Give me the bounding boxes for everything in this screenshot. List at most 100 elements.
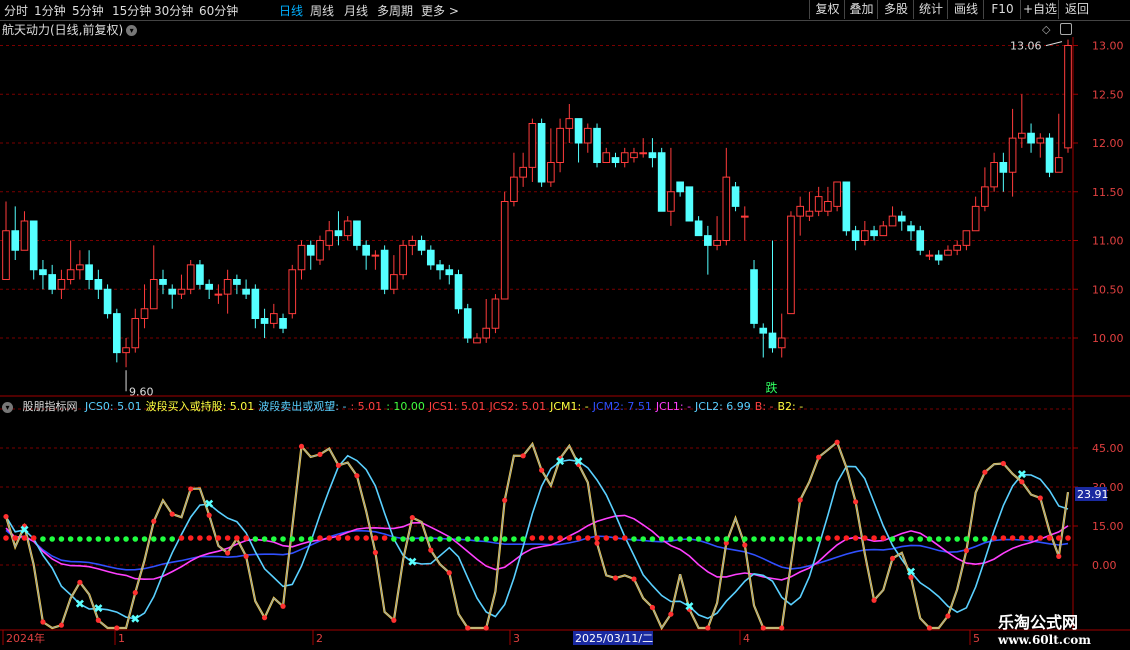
cross-marker: ✖ bbox=[555, 455, 565, 469]
threshold-dot bbox=[658, 536, 665, 542]
window-toggle-icon[interactable] bbox=[1060, 23, 1072, 35]
period-tab-2[interactable]: 5分钟 bbox=[72, 2, 104, 19]
period-tab-8[interactable]: 月线 bbox=[344, 2, 368, 19]
candle-body bbox=[380, 249, 389, 290]
threshold-dot bbox=[95, 536, 102, 542]
period-tab-6[interactable]: 日线 bbox=[279, 2, 303, 19]
threshold-dot bbox=[169, 536, 176, 542]
threshold-dot bbox=[1028, 535, 1034, 541]
threshold-dot bbox=[788, 536, 794, 542]
candle-body bbox=[676, 181, 684, 193]
threshold-dot bbox=[3, 535, 9, 541]
candle-body bbox=[602, 152, 611, 163]
candle-body bbox=[122, 347, 130, 354]
candle-body bbox=[759, 327, 768, 334]
threshold-dot bbox=[834, 535, 840, 541]
time-label: 3 bbox=[513, 632, 520, 645]
toolbar-button-5[interactable]: F10 bbox=[983, 0, 1021, 19]
candle-body bbox=[713, 240, 721, 246]
jcm2-line bbox=[5, 529, 1069, 571]
jcs-dot bbox=[132, 590, 138, 596]
jcs-dot bbox=[58, 622, 65, 628]
period-tab-0[interactable]: 分时 bbox=[4, 2, 28, 19]
threshold-dot bbox=[464, 536, 471, 542]
indicator-value-label: 23.91 bbox=[1077, 488, 1109, 501]
threshold-dot bbox=[455, 536, 462, 542]
legend-item-11: B: - bbox=[754, 400, 774, 413]
candle-body bbox=[436, 264, 444, 271]
threshold-dot bbox=[603, 535, 610, 541]
jcs-dot bbox=[889, 555, 896, 562]
jcs-dot bbox=[261, 615, 268, 621]
threshold-dot bbox=[243, 535, 249, 541]
toolbar-button-2[interactable]: 多股 bbox=[877, 0, 914, 19]
jcs-dot bbox=[594, 540, 600, 546]
threshold-dot bbox=[418, 536, 425, 542]
candle-body bbox=[205, 283, 213, 290]
indicator-name: 股朋指标网 bbox=[22, 400, 78, 413]
jcs-dot bbox=[354, 473, 360, 479]
toolbar-button-0[interactable]: 复权 bbox=[809, 0, 845, 19]
period-tab-4[interactable]: 30分钟 bbox=[154, 2, 193, 19]
diamond-icon[interactable]: ◇ bbox=[1042, 23, 1050, 36]
jcs-dot bbox=[409, 514, 415, 521]
toolbar-button-6[interactable]: +自选 bbox=[1020, 0, 1059, 19]
toolbar-button-4[interactable]: 画线 bbox=[947, 0, 984, 19]
jcs-dot bbox=[649, 604, 656, 611]
threshold-dot bbox=[289, 536, 296, 542]
jcs-dot bbox=[963, 548, 970, 554]
candle-body bbox=[140, 308, 149, 319]
candle-body bbox=[66, 269, 75, 280]
chevron-down-icon[interactable]: ▾ bbox=[2, 401, 13, 413]
threshold-dot bbox=[317, 535, 323, 541]
indicator-series: ✖ ✖ ✖ ✖ ✖ ✖ ✖ ✖ ✖ ✖ ✖ bbox=[3, 439, 1071, 631]
cross-marker: ✖ bbox=[1017, 468, 1027, 482]
candle-body bbox=[750, 269, 758, 324]
candle-body bbox=[353, 220, 361, 246]
candle-body bbox=[408, 240, 417, 246]
threshold-dot bbox=[326, 535, 333, 541]
toolbar-button-3[interactable]: 统计 bbox=[913, 0, 948, 19]
threshold-dot bbox=[224, 535, 231, 541]
candle-body bbox=[1018, 132, 1026, 139]
threshold-dot bbox=[945, 536, 951, 542]
candle-body bbox=[870, 230, 878, 237]
candle-body bbox=[279, 318, 287, 329]
toolbar-button-1[interactable]: 叠加 bbox=[844, 0, 878, 19]
threshold-dot bbox=[741, 536, 748, 542]
period-tab-10[interactable]: 更多 > bbox=[421, 2, 459, 19]
threshold-dot bbox=[511, 536, 517, 542]
stock-name: 航天动力(日线,前复权) bbox=[2, 23, 124, 37]
period-tab-5[interactable]: 60分钟 bbox=[199, 2, 238, 19]
chart-title: 航天动力(日线,前复权) ▾ bbox=[2, 21, 138, 38]
period-tab-7[interactable]: 周线 bbox=[310, 2, 334, 19]
period-tab-1[interactable]: 1分钟 bbox=[34, 2, 66, 19]
candle-body bbox=[371, 254, 380, 257]
cross-marker: ✖ bbox=[75, 597, 85, 611]
jcs-dot bbox=[243, 553, 249, 559]
chevron-down-icon[interactable]: ▾ bbox=[126, 25, 138, 36]
cross-marker: ✖ bbox=[574, 454, 584, 468]
jcs-dot bbox=[465, 625, 471, 631]
threshold-dot bbox=[86, 536, 92, 542]
candle-body bbox=[417, 240, 426, 251]
jcs-dot bbox=[760, 625, 766, 631]
candle-body bbox=[704, 235, 712, 246]
grid-lines bbox=[0, 45, 1073, 566]
threshold-dot bbox=[852, 535, 859, 541]
threshold-dot bbox=[880, 535, 887, 541]
threshold-dot bbox=[584, 535, 591, 541]
period-tab-3[interactable]: 15分钟 bbox=[112, 2, 151, 19]
cross-marker: ✖ bbox=[19, 523, 29, 537]
candle-body bbox=[814, 196, 823, 212]
threshold-dot bbox=[889, 536, 896, 542]
candle-body bbox=[630, 152, 638, 159]
candle-body bbox=[934, 254, 943, 261]
jcs-dot bbox=[723, 540, 729, 546]
toolbar-button-7[interactable]: 返回 bbox=[1058, 0, 1095, 19]
candle-body bbox=[491, 298, 500, 329]
period-tab-9[interactable]: 多周期 bbox=[377, 2, 413, 19]
threshold-dot bbox=[566, 535, 573, 541]
candle-body bbox=[85, 264, 93, 280]
jcs-overlay-line bbox=[5, 441, 1069, 630]
